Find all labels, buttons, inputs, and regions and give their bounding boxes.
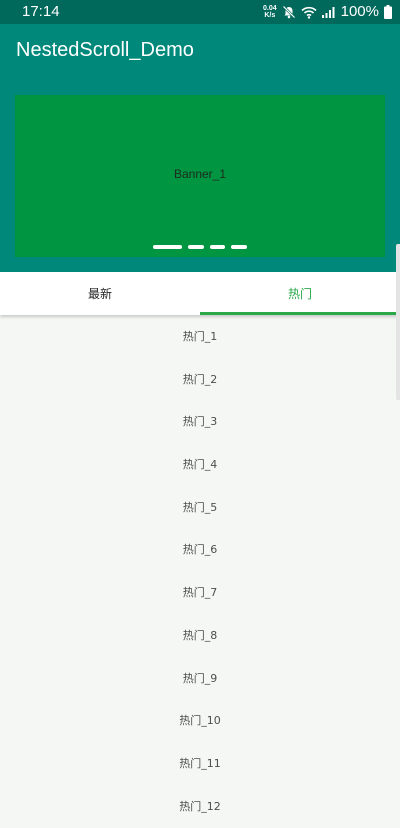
list-item[interactable]: 热门_3 (0, 400, 400, 443)
banner-indicator[interactable] (210, 245, 225, 249)
signal-icon (321, 6, 336, 18)
battery-percentage: 100% (340, 3, 379, 20)
banner-indicator[interactable] (188, 245, 204, 249)
collapsing-header: NestedScroll_Demo Banner_1 (0, 24, 400, 272)
banner-indicator-active[interactable] (153, 245, 182, 249)
list-item[interactable]: 热门_10 (0, 699, 400, 742)
status-icons: 0.04 K/s 100% (263, 3, 392, 21)
list-item[interactable]: 热门_12 (0, 785, 400, 828)
app-title: NestedScroll_Demo (16, 39, 194, 61)
mute-icon (282, 5, 296, 19)
hot-list: 热门_1 热门_2 热门_3 热门_4 热门_5 热门_6 热门_7 热门_8 … (0, 315, 400, 827)
list-item[interactable]: 热门_6 (0, 528, 400, 571)
tab-bar: 最新 热门 (0, 272, 400, 315)
list-item[interactable]: 热门_1 (0, 315, 400, 358)
banner[interactable]: Banner_1 (15, 95, 385, 257)
list-item[interactable]: 热门_8 (0, 614, 400, 657)
banner-indicator[interactable] (231, 245, 247, 249)
status-bar: 17:14 0.04 K/s 100% (0, 0, 400, 24)
tab-hot[interactable]: 热门 (200, 272, 400, 315)
list-item[interactable]: 热门_5 (0, 486, 400, 529)
list-item[interactable]: 热门_2 (0, 358, 400, 401)
wifi-icon (301, 6, 317, 19)
list-item[interactable]: 热门_7 (0, 571, 400, 614)
network-speed-unit: K/s (264, 12, 276, 19)
tab-latest[interactable]: 最新 (0, 272, 200, 315)
list-item[interactable]: 热门_9 (0, 657, 400, 700)
banner-label: Banner_1 (173, 167, 227, 181)
status-time: 17:14 (22, 3, 60, 20)
list-item[interactable]: 热门_4 (0, 443, 400, 486)
network-speed: 0.04 K/s (263, 5, 277, 19)
battery-icon (384, 5, 392, 19)
list-item[interactable]: 热门_11 (0, 742, 400, 785)
network-speed-value: 0.04 (263, 5, 277, 12)
